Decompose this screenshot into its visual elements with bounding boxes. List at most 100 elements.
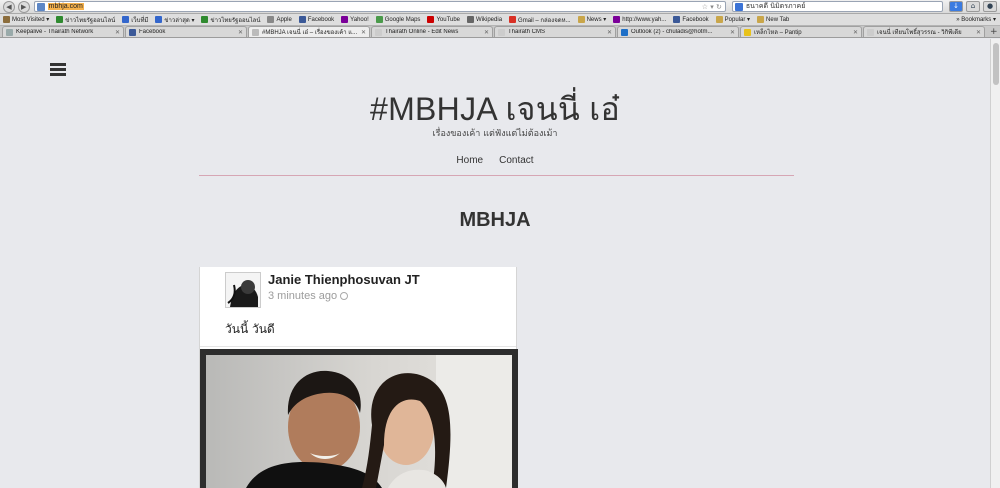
bookmark-item[interactable]: Most Visited ▾	[3, 16, 49, 23]
bookmark-label: News ▾	[586, 17, 607, 23]
bookmark-label: Apple	[276, 16, 292, 23]
nav-divider	[199, 175, 794, 176]
url-text: mbhja.com	[47, 3, 84, 10]
bookmark-item[interactable]: Gmail – กล่องจดห...	[509, 15, 571, 25]
bookmark-item[interactable]: เว็บที่มี	[122, 15, 148, 25]
page-scrollbar[interactable]	[990, 39, 1000, 488]
page-content: #MBHJA เจนนี่ เอ๋ เรื่องของเค้า แต่ฟังแต…	[0, 39, 990, 488]
bookmark-label: ข่าวไทยรัฐออนไลน์	[65, 17, 116, 24]
post-author[interactable]: Janie Thienphosuvan JT	[268, 272, 420, 287]
browser-tab[interactable]: Thairath CMS ✕	[494, 26, 616, 37]
bookmark-item[interactable]: Google Maps	[375, 16, 421, 23]
tab-close-icon[interactable]: ✕	[607, 29, 612, 36]
bookmark-label: Wikipedia	[476, 16, 503, 23]
browser-tab[interactable]: Outlook (2) - chuladis@hotm... ✕	[617, 26, 739, 37]
tab-favicon-icon	[252, 28, 259, 36]
tab-favicon-icon	[6, 28, 13, 36]
bookmark-item[interactable]: Apple	[267, 16, 292, 23]
back-arrow-icon[interactable]: ◀	[3, 0, 15, 13]
tab-label: เจนนี่ เทียนโพธิ์สุวรรณ - วิกิพีเดีย	[877, 30, 962, 36]
browser-tab[interactable]: เหล็กไหล – Pantip ✕	[740, 26, 862, 37]
tab-close-icon[interactable]: ✕	[730, 29, 735, 36]
search-input[interactable]: ธนาคดี นิมิตรภาคย์	[731, 1, 943, 12]
bookmark-item[interactable]: News ▾	[577, 16, 607, 23]
tab-close-icon[interactable]: ✕	[238, 29, 243, 36]
site-favicon-icon	[36, 2, 45, 11]
scrollbar-thumb[interactable]	[993, 43, 999, 85]
bookmark-favicon-icon	[715, 16, 723, 23]
bookmark-item[interactable]: YouTube	[427, 16, 460, 23]
bookmark-favicon-icon	[509, 16, 517, 23]
tab-close-icon[interactable]: ✕	[361, 29, 366, 36]
tab-favicon-icon	[375, 28, 382, 36]
bookmark-item[interactable]: ข่าวไทยรัฐออนไลน์	[56, 15, 115, 25]
bookmark-favicon-icon	[613, 16, 621, 23]
bookmarks-menu[interactable]: » Bookmarks ▾	[956, 16, 1000, 23]
bookmark-item[interactable]: Popular ▾	[715, 16, 751, 23]
tab-strip: Keepalive - Thairath Network ✕ Facebook ✕ #M…	[0, 26, 1000, 38]
browser-tab[interactable]: Thairath Online - Edit News ✕	[371, 26, 493, 37]
hamburger-menu-icon[interactable]	[50, 63, 66, 77]
tab-label: เหล็กไหล – Pantip	[754, 30, 802, 36]
bookmark-item[interactable]: Wikipedia	[467, 16, 502, 23]
tab-label: Keepalive - Thairath Network	[16, 29, 94, 35]
post-time-text: 3 minutes ago	[268, 290, 338, 302]
bookmark-label: Popular ▾	[724, 17, 751, 23]
bookmark-star-icon[interactable]: ☆ ▾ ↻	[702, 3, 725, 11]
bookmark-favicon-icon	[577, 16, 585, 23]
bookmark-label: ข่าวล่าสุด ▾	[164, 17, 195, 24]
forward-arrow-icon[interactable]: ▶	[17, 0, 30, 13]
card-divider	[200, 346, 516, 347]
site-nav: Home Contact	[0, 155, 990, 166]
post-timestamp[interactable]: 3 minutes ago	[268, 290, 349, 302]
search-engine-icon[interactable]	[734, 2, 743, 11]
bookmark-item[interactable]: Facebook	[673, 16, 709, 23]
addon-icon[interactable]: ●	[983, 1, 997, 12]
bookmark-label: เว็บที่มี	[131, 17, 149, 24]
download-icon[interactable]: ↓	[949, 1, 963, 12]
bookmark-favicon-icon	[341, 16, 349, 23]
bookmark-label: Google Maps	[384, 16, 421, 23]
tab-close-icon[interactable]: ✕	[484, 29, 489, 36]
tab-favicon-icon	[129, 28, 136, 36]
bookmark-favicon-icon	[375, 16, 383, 23]
tab-close-icon[interactable]: ✕	[115, 29, 120, 36]
bookmark-label: Gmail – กล่องจดห...	[518, 17, 571, 24]
bookmarks-menu-label: » Bookmarks ▾	[956, 17, 996, 23]
tab-favicon-icon	[867, 28, 874, 36]
browser-tab[interactable]: Facebook ✕	[125, 26, 247, 37]
author-avatar[interactable]	[225, 272, 261, 308]
bookmark-label: YouTube	[436, 16, 461, 23]
new-tab-icon[interactable]: +	[990, 27, 998, 37]
browser-tab[interactable]: #MBHJA เจนนี่ เอ๋ – เรื่องของเค้า แ... ✕	[248, 26, 370, 37]
browser-tab[interactable]: เจนนี่ เทียนโพธิ์สุวรรณ - วิกิพีเดีย ✕	[863, 26, 985, 37]
post-photo[interactable]	[206, 355, 512, 488]
browser-tab[interactable]: Keepalive - Thairath Network ✕	[2, 26, 124, 37]
tab-label: Outlook (2) - chuladis@hotm...	[631, 29, 713, 35]
address-bar[interactable]: mbhja.com ☆ ▾ ↻	[33, 1, 726, 12]
bookmark-item[interactable]: ข่าวไทยรัฐออนไลน์	[201, 15, 260, 25]
facebook-post-card: Janie Thienphosuvan JT 3 minutes ago วัน…	[199, 267, 518, 488]
tab-label: #MBHJA เจนนี่ เอ๋ – เรื่องของเค้า แ...	[262, 30, 358, 36]
bookmark-item[interactable]: ข่าวล่าสุด ▾	[155, 15, 194, 25]
home-icon[interactable]: ⌂	[966, 1, 980, 12]
bookmark-item[interactable]: Facebook	[298, 16, 334, 23]
nav-home-link[interactable]: Home	[456, 155, 483, 166]
search-text: ธนาคดี นิมิตรภาคย์	[745, 2, 806, 10]
bookmark-favicon-icon	[673, 16, 681, 23]
bookmark-favicon-icon	[298, 16, 306, 23]
bookmark-label: Facebook	[682, 16, 709, 23]
site-description: เรื่องของเค้า แต่ฟังแต่ไม่ต้องเม้า	[432, 129, 558, 139]
bookmark-favicon-icon	[155, 16, 163, 23]
bookmark-item[interactable]: http://www.yah...	[613, 16, 666, 23]
bookmark-item[interactable]: New Tab	[757, 16, 789, 23]
bookmark-label: New Tab	[766, 16, 790, 23]
tab-close-icon[interactable]: ✕	[976, 29, 981, 36]
tab-favicon-icon	[621, 28, 628, 36]
bookmark-favicon-icon	[427, 16, 435, 23]
tab-close-icon[interactable]: ✕	[853, 29, 858, 36]
bookmark-label: Most Visited ▾	[12, 17, 50, 23]
nav-contact-link[interactable]: Contact	[499, 155, 533, 166]
bookmark-favicon-icon	[122, 16, 130, 23]
bookmark-item[interactable]: Yahoo!	[341, 16, 369, 23]
